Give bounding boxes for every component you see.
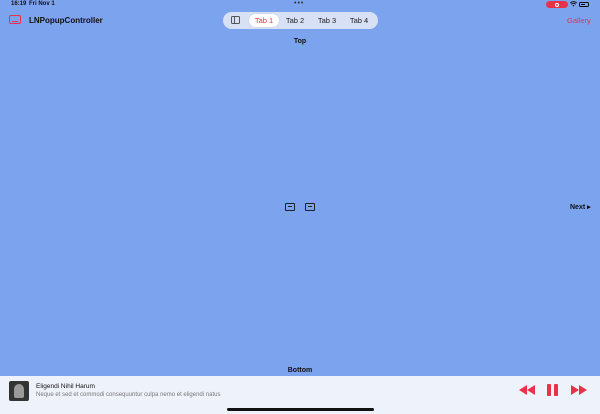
status-time: 16:19 (11, 1, 27, 7)
home-indicator[interactable] (227, 408, 374, 411)
image-icon[interactable] (285, 203, 295, 211)
tab-1[interactable]: Tab 1 (249, 14, 279, 27)
image-icon[interactable] (305, 203, 315, 211)
top-label: Top (293, 38, 307, 45)
window-icon[interactable] (9, 15, 21, 24)
album-art (9, 381, 29, 401)
forward-icon[interactable] (571, 385, 587, 395)
tab-3[interactable]: Tab 3 (312, 14, 342, 27)
song-subtitle: Neque et sed et commodi consequuntur cul… (36, 392, 221, 398)
battery-icon (579, 2, 589, 7)
song-title: Eligendi Nihil Harum (36, 383, 95, 390)
gallery-button[interactable]: Gallery (567, 16, 591, 25)
tab-bar: Tab 1 Tab 2 Tab 3 Tab 4 (223, 12, 378, 29)
popup-bar[interactable]: Eligendi Nihil Harum Neque et sed et com… (0, 376, 600, 414)
rewind-icon[interactable] (519, 385, 535, 395)
record-icon (546, 1, 568, 8)
pause-icon[interactable] (547, 384, 558, 396)
app-title: LNPopupController (29, 16, 103, 25)
next-button[interactable]: Next ▸ (570, 203, 591, 211)
tab-4[interactable]: Tab 4 (344, 14, 374, 27)
tab-2[interactable]: Tab 2 (280, 14, 310, 27)
wifi-icon (570, 1, 577, 7)
sidebar-icon[interactable] (231, 16, 240, 24)
bottom-label: Bottom (287, 367, 313, 374)
status-date: Fri Nov 1 (29, 1, 55, 7)
multitasking-dots[interactable]: ••• (294, 0, 304, 7)
